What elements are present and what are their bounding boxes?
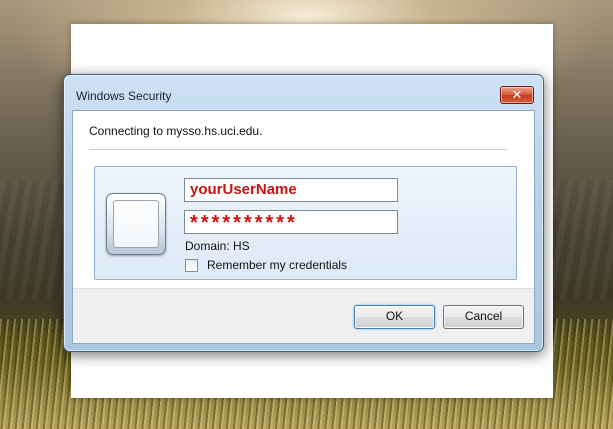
close-icon: ✕	[511, 87, 523, 102]
ok-button[interactable]: OK	[354, 305, 435, 329]
title-bar[interactable]: Windows Security ✕	[64, 75, 543, 105]
domain-label: Domain: HS	[185, 239, 250, 253]
username-field[interactable]: yourUserName	[184, 178, 398, 202]
windows-security-dialog: Windows Security ✕ Connecting to mysso.h…	[63, 74, 544, 352]
remember-credentials-option[interactable]: Remember my credentials	[185, 257, 347, 273]
dialog-content: Connecting to mysso.hs.uci.edu. yourUser…	[72, 110, 535, 344]
remember-label: Remember my credentials	[207, 258, 348, 272]
user-tile-icon	[106, 193, 166, 255]
user-tile-frame	[113, 200, 159, 248]
remember-checkbox[interactable]	[185, 258, 198, 272]
credential-tile-panel[interactable]: yourUserName ********** Domain: HS Remem…	[94, 166, 517, 280]
password-field[interactable]: **********	[184, 210, 398, 234]
connecting-message: Connecting to mysso.hs.uci.edu.	[89, 124, 263, 138]
close-button[interactable]: ✕	[500, 86, 534, 104]
button-bar: OK Cancel	[73, 288, 534, 343]
separator	[89, 149, 507, 150]
cancel-button[interactable]: Cancel	[443, 305, 524, 329]
dialog-title: Windows Security	[76, 89, 172, 103]
